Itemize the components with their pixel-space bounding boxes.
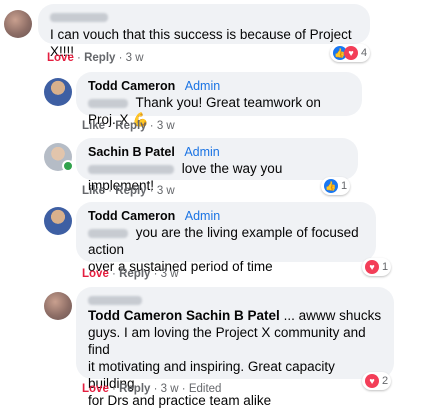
like-button[interactable]: Like <box>82 185 105 197</box>
timestamp[interactable]: 3 w <box>161 383 179 395</box>
separator: · <box>153 383 158 395</box>
comment-bubble: Todd Cameron Admin you are the living ex… <box>76 202 376 274</box>
reaction-count: 4 <box>361 47 368 59</box>
admin-badge: Admin <box>184 209 221 223</box>
comment-text-line-1: ... awww shucks <box>283 308 382 323</box>
online-status-icon <box>62 160 74 172</box>
reaction-count: 1 <box>382 261 389 273</box>
comment-text-line-2: guys. I am loving the Project X communit… <box>88 325 366 357</box>
comment-actions: Love · Reply · 3 w · Edited <box>82 383 221 395</box>
separator: · <box>108 120 113 132</box>
love-reaction-icon: ♥ <box>365 374 379 388</box>
reaction-summary[interactable]: 👍 1 <box>321 177 351 195</box>
mention-redacted[interactable] <box>88 164 174 174</box>
reaction-count: 2 <box>382 375 389 387</box>
separator: · <box>118 52 123 64</box>
reply-button[interactable]: Reply <box>115 120 146 132</box>
author-name-redacted[interactable] <box>50 13 108 22</box>
edited-label[interactable]: Edited <box>189 383 222 395</box>
love-button[interactable]: Love <box>47 52 74 64</box>
comment-bubble: Todd Cameron Admin Thank you! Great team… <box>76 72 362 127</box>
reply-button[interactable]: Reply <box>115 185 146 197</box>
avatar[interactable] <box>44 78 72 106</box>
comment-bubble: I can vouch that this success is because… <box>38 4 370 59</box>
tagged-users[interactable]: Todd Cameron Sachin B Patel <box>88 308 280 323</box>
love-button[interactable]: Love <box>82 268 109 280</box>
mention-redacted[interactable] <box>88 228 128 238</box>
comment-text-line-1: you are the living example of focused ac… <box>88 225 359 257</box>
admin-badge: Admin <box>184 79 221 93</box>
separator: · <box>181 383 186 395</box>
author-name[interactable]: Todd Cameron <box>88 209 175 223</box>
separator: · <box>112 383 116 395</box>
admin-badge: Admin <box>184 145 220 159</box>
timestamp[interactable]: 3 w <box>161 268 179 280</box>
separator: · <box>149 185 154 197</box>
mention-redacted[interactable] <box>88 98 128 108</box>
timestamp[interactable]: 3 w <box>126 52 144 64</box>
comment-actions: Like · Reply · 3 w <box>82 185 175 197</box>
comment-bubble: Sachin B Patel Admin love the way you im… <box>76 138 358 193</box>
timestamp[interactable]: 3 w <box>157 185 175 197</box>
reaction-summary[interactable]: ♥ 2 <box>362 372 392 390</box>
reaction-summary[interactable]: ♥ 1 <box>362 258 392 276</box>
reply-button[interactable]: Reply <box>119 383 150 395</box>
author-name[interactable]: Todd Cameron <box>88 79 175 93</box>
timestamp[interactable]: 3 w <box>157 120 175 132</box>
separator: · <box>108 185 113 197</box>
love-reaction-icon: ♥ <box>365 260 379 274</box>
like-reaction-icon: 👍 <box>324 179 338 193</box>
separator: · <box>77 52 81 64</box>
author-name[interactable]: Sachin B Patel <box>88 145 175 159</box>
avatar[interactable] <box>44 292 72 320</box>
love-reaction-icon: ♥ <box>344 46 358 60</box>
reaction-summary[interactable]: 👍 ♥ 4 <box>330 44 371 62</box>
avatar[interactable] <box>4 10 32 38</box>
comment-bubble: Todd Cameron Sachin B Patel ... awww shu… <box>76 287 394 408</box>
reaction-count: 1 <box>341 180 348 192</box>
separator: · <box>112 268 116 280</box>
separator: · <box>149 120 154 132</box>
author-name-redacted[interactable] <box>88 296 142 305</box>
comment-actions: Love · Reply · 3 w <box>47 52 144 64</box>
separator: · <box>153 268 158 280</box>
comment-actions: Like · Reply · 3 w <box>82 120 175 132</box>
comment-text-row: you are the living example of focused ac… <box>88 224 364 258</box>
reply-button[interactable]: Reply <box>84 52 115 64</box>
avatar[interactable] <box>44 207 72 235</box>
like-button[interactable]: Like <box>82 120 105 132</box>
reply-button[interactable]: Reply <box>119 268 150 280</box>
comment-actions: Love · Reply · 3 w <box>82 268 179 280</box>
comment-text-row: Todd Cameron Sachin B Patel ... awww shu… <box>88 307 382 324</box>
love-button[interactable]: Love <box>82 383 109 395</box>
